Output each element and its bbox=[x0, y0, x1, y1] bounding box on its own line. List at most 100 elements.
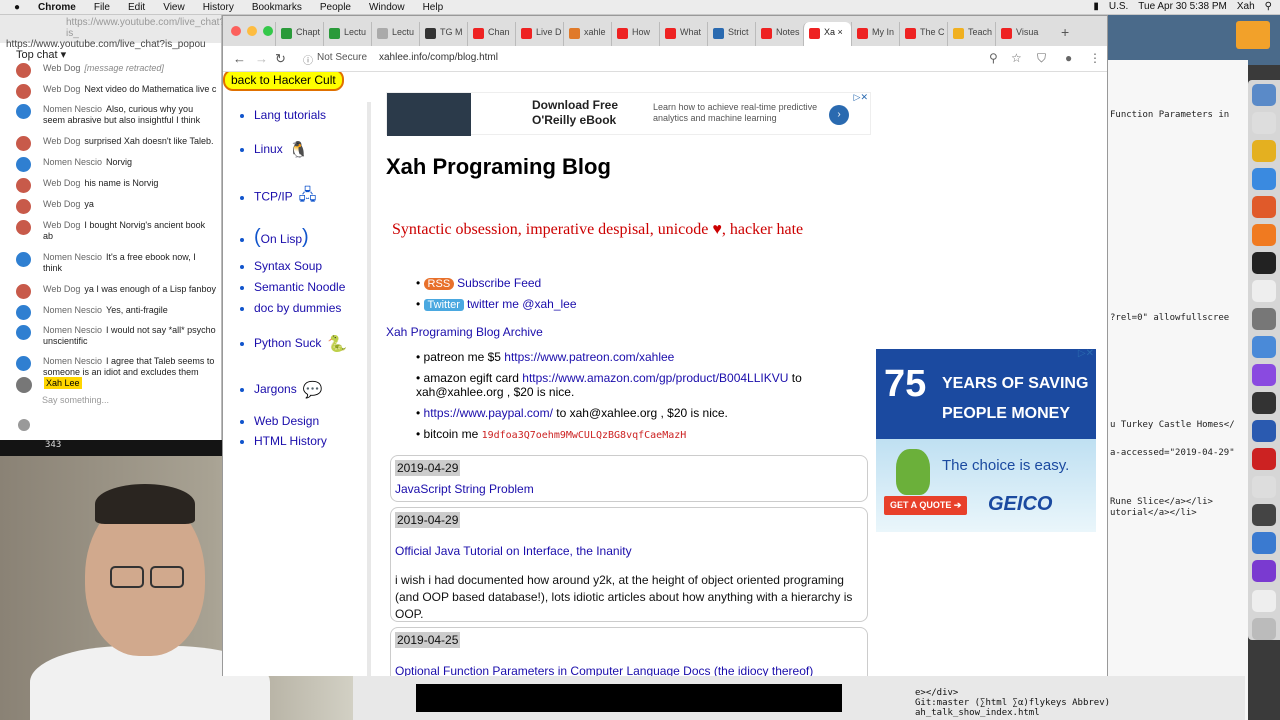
browser-tab[interactable]: What bbox=[659, 22, 707, 46]
ad-choices-icon[interactable]: ▷✕ bbox=[1078, 348, 1094, 359]
forward-arrow-icon[interactable]: → bbox=[255, 51, 268, 66]
settings-icon[interactable] bbox=[1252, 308, 1276, 330]
browser-tab[interactable]: xahle bbox=[563, 22, 611, 46]
nav-link[interactable]: Web Design bbox=[254, 414, 319, 428]
post-title-link[interactable]: JavaScript String Problem bbox=[395, 482, 863, 496]
app-icon[interactable] bbox=[1252, 364, 1276, 386]
spotlight-icon[interactable]: ⚲ bbox=[1265, 1, 1272, 12]
new-tab-button[interactable]: + bbox=[1061, 24, 1069, 40]
browser-tab[interactable]: Strict bbox=[707, 22, 755, 46]
close-window-button[interactable] bbox=[231, 26, 241, 36]
menu-app-name[interactable]: Chrome bbox=[38, 2, 76, 13]
chrome-icon[interactable] bbox=[1252, 140, 1276, 162]
browser-tab[interactable]: Visua bbox=[995, 22, 1043, 46]
document-icon[interactable] bbox=[1252, 590, 1276, 612]
paypal-link[interactable]: https://www.paypal.com/ bbox=[424, 406, 553, 420]
browser-tab[interactable]: Notes bbox=[755, 22, 803, 46]
browser-tab[interactable]: Lectu bbox=[371, 22, 419, 46]
browser-tab[interactable]: TG M bbox=[419, 22, 467, 46]
safari-icon[interactable] bbox=[1252, 168, 1276, 190]
twitter-badge[interactable]: Twitter bbox=[423, 299, 464, 311]
nav-link[interactable]: HTML History bbox=[254, 434, 327, 448]
apple-icon[interactable]: ● bbox=[14, 2, 20, 13]
browser-tab[interactable]: How bbox=[611, 22, 659, 46]
browser-tab[interactable]: Chapt bbox=[275, 22, 323, 46]
bookmark-star-icon[interactable]: ☆ bbox=[1011, 51, 1022, 65]
terminal-icon[interactable] bbox=[1252, 252, 1276, 274]
chat-input[interactable]: Say something... bbox=[42, 395, 109, 405]
chevron-down-icon[interactable]: ▾ bbox=[61, 49, 67, 61]
back-to-hacker-cult-button[interactable]: back to Hacker Cult bbox=[223, 72, 344, 91]
twitter-link[interactable]: twitter me @xah_lee bbox=[467, 297, 577, 311]
app-icon[interactable] bbox=[1252, 448, 1276, 470]
post-title-link[interactable]: Official Java Tutorial on Interface, the… bbox=[395, 544, 863, 558]
menu-bookmarks[interactable]: Bookmarks bbox=[252, 2, 302, 13]
info-icon[interactable]: ⓘ bbox=[303, 52, 313, 67]
nav-link[interactable]: Linux bbox=[254, 142, 283, 156]
nav-link[interactable]: doc by dummies bbox=[254, 301, 341, 315]
browser-tab[interactable]: Teach bbox=[947, 22, 995, 46]
preview-icon[interactable] bbox=[1252, 112, 1276, 134]
browser-tab[interactable]: Xa × bbox=[803, 22, 851, 46]
ad-banner-geico[interactable]: 75 YEARS OF SAVING PEOPLE MONEY The choi… bbox=[876, 348, 1096, 532]
amazon-link[interactable]: https://www.amazon.com/gp/product/B004LL… bbox=[522, 371, 788, 385]
browser-tab[interactable]: Chan bbox=[467, 22, 515, 46]
web-page[interactable]: back to Hacker Cult Lang tutorials Linux 🐧… bbox=[223, 72, 1107, 676]
rss-badge[interactable]: RSS bbox=[423, 278, 455, 290]
chat-mode-label[interactable]: Top chat bbox=[16, 49, 58, 61]
nav-link[interactable]: TCP/IP bbox=[254, 190, 293, 204]
menu-help[interactable]: Help bbox=[423, 2, 444, 13]
clock[interactable]: Tue Apr 30 5:38 PM bbox=[1138, 1, 1227, 12]
textedit-icon[interactable] bbox=[1252, 280, 1276, 302]
get-a-quote-button[interactable]: GET A QUOTE ➔ bbox=[884, 496, 968, 515]
obs-icon[interactable] bbox=[1252, 392, 1276, 414]
ad-banner-oreilly[interactable]: Download Free O'Reilly eBook Learn how t… bbox=[386, 92, 871, 136]
menu-history[interactable]: History bbox=[203, 2, 234, 13]
nav-link[interactable]: Syntax Soup bbox=[254, 259, 322, 273]
menu-people[interactable]: People bbox=[320, 2, 351, 13]
app-icon[interactable] bbox=[1252, 532, 1276, 554]
nav-link[interactable]: Lang tutorials bbox=[254, 108, 326, 122]
back-arrow-icon[interactable]: ← bbox=[233, 51, 246, 66]
chevron-right-icon[interactable]: › bbox=[829, 105, 849, 125]
trash-icon[interactable] bbox=[1252, 618, 1276, 640]
emoji-icon[interactable] bbox=[18, 419, 30, 431]
post-title-link[interactable]: Optional Function Parameters in Computer… bbox=[395, 664, 863, 676]
minibuffer[interactable] bbox=[416, 684, 842, 712]
browser-tab[interactable]: My In bbox=[851, 22, 899, 46]
input-language[interactable]: U.S. bbox=[1109, 1, 1128, 12]
close-tab-icon[interactable]: × bbox=[835, 27, 843, 37]
ad-choices-icon[interactable]: ▷✕ bbox=[854, 92, 868, 103]
brave-icon[interactable] bbox=[1252, 196, 1276, 218]
app-icon[interactable] bbox=[1252, 336, 1276, 358]
folder-icon[interactable] bbox=[1236, 21, 1270, 49]
reload-icon[interactable]: ↻ bbox=[275, 51, 286, 67]
address-bar[interactable]: xahlee.info/comp/blog.html bbox=[379, 52, 498, 63]
code-editor[interactable]: Function Parameters in ?rel=0" allowfull… bbox=[1108, 60, 1248, 720]
security-label[interactable]: Not Secure bbox=[317, 52, 367, 63]
zoom-icon[interactable]: ⚲ bbox=[989, 51, 998, 65]
nav-link[interactable]: Semantic Noodle bbox=[254, 280, 345, 294]
ad-title[interactable]: Download Free O'Reilly eBook bbox=[532, 98, 642, 128]
subscribe-feed-link[interactable]: Subscribe Feed bbox=[457, 276, 541, 290]
menu-file[interactable]: File bbox=[94, 2, 110, 13]
browser-tab[interactable]: Lectu bbox=[323, 22, 371, 46]
extension-icon[interactable]: ⛉ bbox=[1037, 51, 1046, 66]
menu-edit[interactable]: Edit bbox=[128, 2, 145, 13]
emacs-icon[interactable] bbox=[1252, 560, 1276, 582]
profile-icon[interactable]: ● bbox=[1065, 51, 1072, 65]
finder-icon[interactable] bbox=[1252, 84, 1276, 106]
menu-window[interactable]: Window bbox=[369, 2, 405, 13]
menu-view[interactable]: View bbox=[163, 2, 185, 13]
nav-link[interactable]: Jargons bbox=[254, 382, 297, 396]
nav-link[interactable]: On Lisp bbox=[261, 232, 302, 246]
zoom-window-button[interactable] bbox=[263, 26, 273, 36]
browser-tab[interactable]: The C bbox=[899, 22, 947, 46]
app-icon[interactable] bbox=[1252, 420, 1276, 442]
user-name[interactable]: Xah bbox=[1237, 1, 1255, 12]
more-menu-icon[interactable]: ⋮ bbox=[1089, 51, 1101, 65]
minimize-window-button[interactable] bbox=[247, 26, 257, 36]
patreon-link[interactable]: https://www.patreon.com/xahlee bbox=[504, 350, 674, 364]
firefox-icon[interactable] bbox=[1252, 224, 1276, 246]
nav-link[interactable]: Python Suck bbox=[254, 336, 321, 350]
